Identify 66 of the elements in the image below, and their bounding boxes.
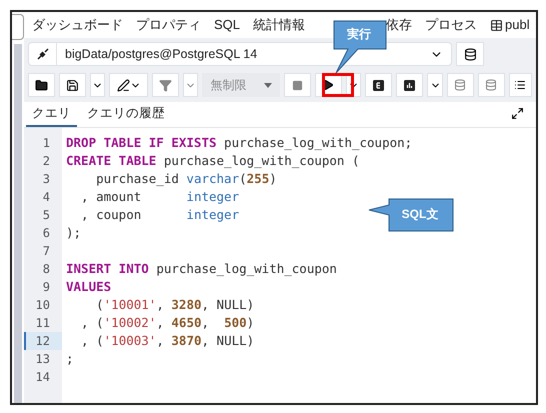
top-tab[interactable]: publ bbox=[490, 15, 530, 35]
open-button[interactable] bbox=[28, 73, 55, 97]
database-icon bbox=[485, 79, 498, 91]
analyze-button[interactable] bbox=[396, 73, 424, 97]
code-line: CREATE TABLE purchase_log_with_coupon ( bbox=[66, 152, 360, 170]
code-line: INSERT INTO purchase_log_with_coupon bbox=[66, 260, 337, 278]
line-number: 13 bbox=[36, 351, 50, 368]
chart-icon bbox=[404, 80, 416, 90]
code-line: ('10001', 3280, NULL) bbox=[95, 296, 254, 314]
line-number: 9 bbox=[42, 279, 50, 296]
top-tab[interactable]: SQL bbox=[214, 15, 240, 35]
callout-text: SQL文 bbox=[402, 206, 438, 223]
expand-icon bbox=[511, 107, 524, 120]
list-button[interactable] bbox=[508, 73, 532, 97]
code-line: VALUES bbox=[66, 278, 112, 296]
connection-select[interactable]: bigData/postgres@PostgreSQL 14 bbox=[28, 42, 452, 66]
save-button[interactable] bbox=[59, 73, 86, 97]
line-number: 3 bbox=[42, 171, 50, 188]
explain-button[interactable] bbox=[365, 73, 392, 97]
editor-tab[interactable]: クエリの履歴 bbox=[81, 101, 171, 127]
dropdown-button[interactable] bbox=[90, 73, 106, 97]
line-number: 10 bbox=[36, 297, 50, 314]
code-line: , ('10002', 4650, 500) bbox=[80, 314, 254, 332]
filter-button[interactable] bbox=[152, 73, 179, 97]
code-line: DROP TABLE IF EXISTS purchase_log_with_coupon; bbox=[66, 134, 412, 152]
save-icon bbox=[66, 78, 79, 92]
table-icon bbox=[490, 18, 504, 32]
edit-button[interactable] bbox=[109, 73, 148, 97]
highlight-frame bbox=[322, 73, 354, 97]
callout-bubble bbox=[333, 20, 387, 74]
commit-button[interactable] bbox=[446, 73, 474, 97]
stop-icon bbox=[292, 80, 303, 90]
code-line: purchase_id varchar(255) bbox=[95, 170, 277, 188]
top-tab[interactable]: プロパティ bbox=[136, 15, 201, 35]
top-tab[interactable]: 統計情報 bbox=[253, 15, 306, 35]
filter-icon bbox=[158, 78, 172, 92]
code-line: , amount integer bbox=[80, 188, 240, 206]
code-line: ); bbox=[66, 224, 82, 242]
line-number: 5 bbox=[42, 207, 50, 224]
code-line: , coupon integer bbox=[80, 206, 240, 224]
line-number: 6 bbox=[42, 225, 50, 242]
callout-text: 実行 bbox=[347, 26, 371, 43]
line-number: 11 bbox=[36, 315, 50, 332]
line-number: 2 bbox=[42, 153, 50, 170]
folder-icon bbox=[35, 78, 48, 92]
database-icon bbox=[464, 48, 476, 60]
line-number: 1 bbox=[42, 135, 50, 152]
line-number: 4 bbox=[42, 189, 50, 206]
database-icon bbox=[454, 79, 466, 91]
plug-icon bbox=[36, 47, 50, 61]
dropdown-button[interactable] bbox=[427, 73, 443, 97]
line-number: 12 bbox=[36, 333, 50, 350]
play-icon bbox=[322, 79, 334, 91]
code-line: ; bbox=[66, 350, 74, 368]
connection-text: bigData/postgres@PostgreSQL 14 bbox=[65, 46, 258, 63]
line-number: 7 bbox=[42, 243, 50, 260]
explain-icon bbox=[373, 80, 384, 90]
code-line: , ('10003', 3870, NULL) bbox=[80, 332, 254, 350]
top-tab[interactable]: プロセス bbox=[425, 15, 478, 35]
top-tab[interactable]: ダッシュボード bbox=[32, 15, 123, 35]
database-button[interactable] bbox=[456, 42, 484, 66]
top-tab[interactable]: 依存 bbox=[386, 15, 412, 35]
line-number: 14 bbox=[36, 369, 50, 386]
caret-icon bbox=[264, 82, 272, 88]
pen-icon bbox=[116, 78, 130, 92]
line-number: 8 bbox=[42, 261, 50, 278]
